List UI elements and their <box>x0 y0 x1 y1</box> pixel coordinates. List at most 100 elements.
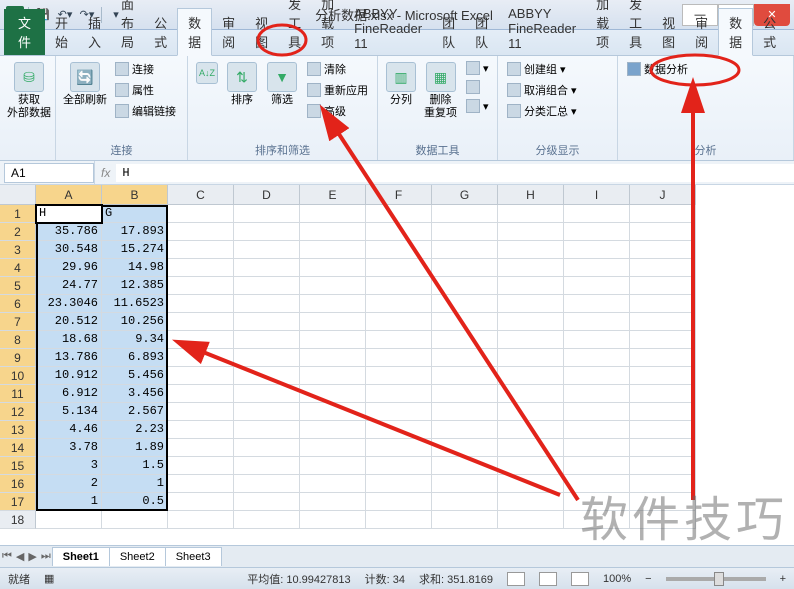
view-layout-icon[interactable] <box>539 572 557 586</box>
cell[interactable] <box>498 439 564 457</box>
cell[interactable] <box>630 367 696 385</box>
cell[interactable] <box>168 349 234 367</box>
cell[interactable] <box>630 421 696 439</box>
cell[interactable] <box>300 385 366 403</box>
connection-item[interactable]: 属性 <box>112 81 179 99</box>
cell[interactable] <box>432 457 498 475</box>
cell[interactable] <box>168 493 234 511</box>
cell[interactable] <box>498 475 564 493</box>
cell[interactable] <box>498 421 564 439</box>
cell[interactable] <box>300 277 366 295</box>
cell[interactable] <box>432 313 498 331</box>
cell[interactable] <box>498 385 564 403</box>
sheet-nav-last-icon[interactable]: ⏭ <box>39 550 53 563</box>
row-header[interactable]: 12 <box>0 403 36 421</box>
cell[interactable]: 18.68 <box>36 331 102 349</box>
cell[interactable] <box>234 349 300 367</box>
sheet-nav-prev-icon[interactable]: ◀ <box>14 550 26 563</box>
cell[interactable] <box>234 223 300 241</box>
cell[interactable] <box>300 331 366 349</box>
ribbon-tab[interactable]: 页面布局 <box>111 0 144 55</box>
cell[interactable] <box>234 241 300 259</box>
view-pagebreak-icon[interactable] <box>571 572 589 586</box>
cell[interactable] <box>432 403 498 421</box>
cell[interactable] <box>498 367 564 385</box>
filter-button[interactable]: ▼筛选 <box>264 60 300 109</box>
cell[interactable] <box>168 421 234 439</box>
row-header[interactable]: 14 <box>0 439 36 457</box>
cell[interactable] <box>630 259 696 277</box>
cell[interactable] <box>300 403 366 421</box>
connection-item[interactable]: 编辑链接 <box>112 102 179 120</box>
ribbon-tab-10[interactable]: 团队 <box>465 9 498 55</box>
cell[interactable]: 3.456 <box>102 385 168 403</box>
cell[interactable] <box>234 511 300 529</box>
cell[interactable] <box>168 241 234 259</box>
cell[interactable] <box>432 421 498 439</box>
cell[interactable] <box>432 205 498 223</box>
cell[interactable] <box>234 205 300 223</box>
cell[interactable] <box>366 259 432 277</box>
cell[interactable] <box>366 511 432 529</box>
cell[interactable] <box>498 277 564 295</box>
cell[interactable]: 1 <box>102 475 168 493</box>
cell[interactable] <box>564 385 630 403</box>
cell[interactable] <box>168 277 234 295</box>
cell[interactable] <box>168 475 234 493</box>
cell[interactable]: 11.6523 <box>102 295 168 313</box>
cell[interactable] <box>300 313 366 331</box>
sheet-nav-next-icon[interactable]: ▶ <box>26 550 38 563</box>
column-header[interactable]: A <box>36 185 102 205</box>
zoom-level[interactable]: 100% <box>603 573 631 585</box>
cell[interactable] <box>564 295 630 313</box>
row-header[interactable]: 13 <box>0 421 36 439</box>
cell[interactable] <box>564 439 630 457</box>
cell[interactable] <box>630 439 696 457</box>
cell[interactable] <box>366 457 432 475</box>
cell[interactable]: H <box>36 205 102 223</box>
cell[interactable]: 10.256 <box>102 313 168 331</box>
cell[interactable] <box>432 367 498 385</box>
column-header[interactable]: F <box>366 185 432 205</box>
column-header[interactable]: E <box>300 185 366 205</box>
cell[interactable]: 3.78 <box>36 439 102 457</box>
cell[interactable] <box>168 385 234 403</box>
row-header[interactable]: 15 <box>0 457 36 475</box>
cell[interactable]: 2.567 <box>102 403 168 421</box>
row-header[interactable]: 10 <box>0 367 36 385</box>
cell[interactable] <box>168 403 234 421</box>
cell[interactable] <box>432 475 498 493</box>
cell[interactable] <box>234 331 300 349</box>
cell[interactable] <box>234 457 300 475</box>
cell[interactable] <box>300 511 366 529</box>
cell[interactable]: G <box>102 205 168 223</box>
cell[interactable] <box>300 259 366 277</box>
cell[interactable] <box>366 313 432 331</box>
cell[interactable] <box>564 403 630 421</box>
ribbon-tab[interactable]: 开始 <box>45 9 78 55</box>
ribbon-tab-5[interactable]: 审阅 <box>685 9 718 55</box>
cell[interactable] <box>432 385 498 403</box>
cell[interactable] <box>366 349 432 367</box>
cell[interactable] <box>300 241 366 259</box>
cell[interactable] <box>168 511 234 529</box>
cell[interactable]: 9.34 <box>102 331 168 349</box>
cell[interactable] <box>300 439 366 457</box>
cell[interactable]: 30.548 <box>36 241 102 259</box>
sheet-tab[interactable]: Sheet3 <box>165 547 222 566</box>
cell[interactable] <box>630 205 696 223</box>
cell[interactable] <box>498 223 564 241</box>
cell[interactable] <box>432 277 498 295</box>
cell[interactable] <box>498 241 564 259</box>
cell[interactable]: 2.23 <box>102 421 168 439</box>
cell[interactable] <box>234 385 300 403</box>
column-header[interactable]: C <box>168 185 234 205</box>
cell[interactable] <box>366 493 432 511</box>
row-header[interactable]: 9 <box>0 349 36 367</box>
cell[interactable] <box>630 241 696 259</box>
cell[interactable] <box>102 511 168 529</box>
sort-asc-button[interactable]: A↓Z <box>194 60 220 86</box>
outline-item[interactable]: 分类汇总 ▾ <box>504 102 580 120</box>
cell[interactable] <box>498 511 564 529</box>
cell[interactable]: 23.3046 <box>36 295 102 313</box>
